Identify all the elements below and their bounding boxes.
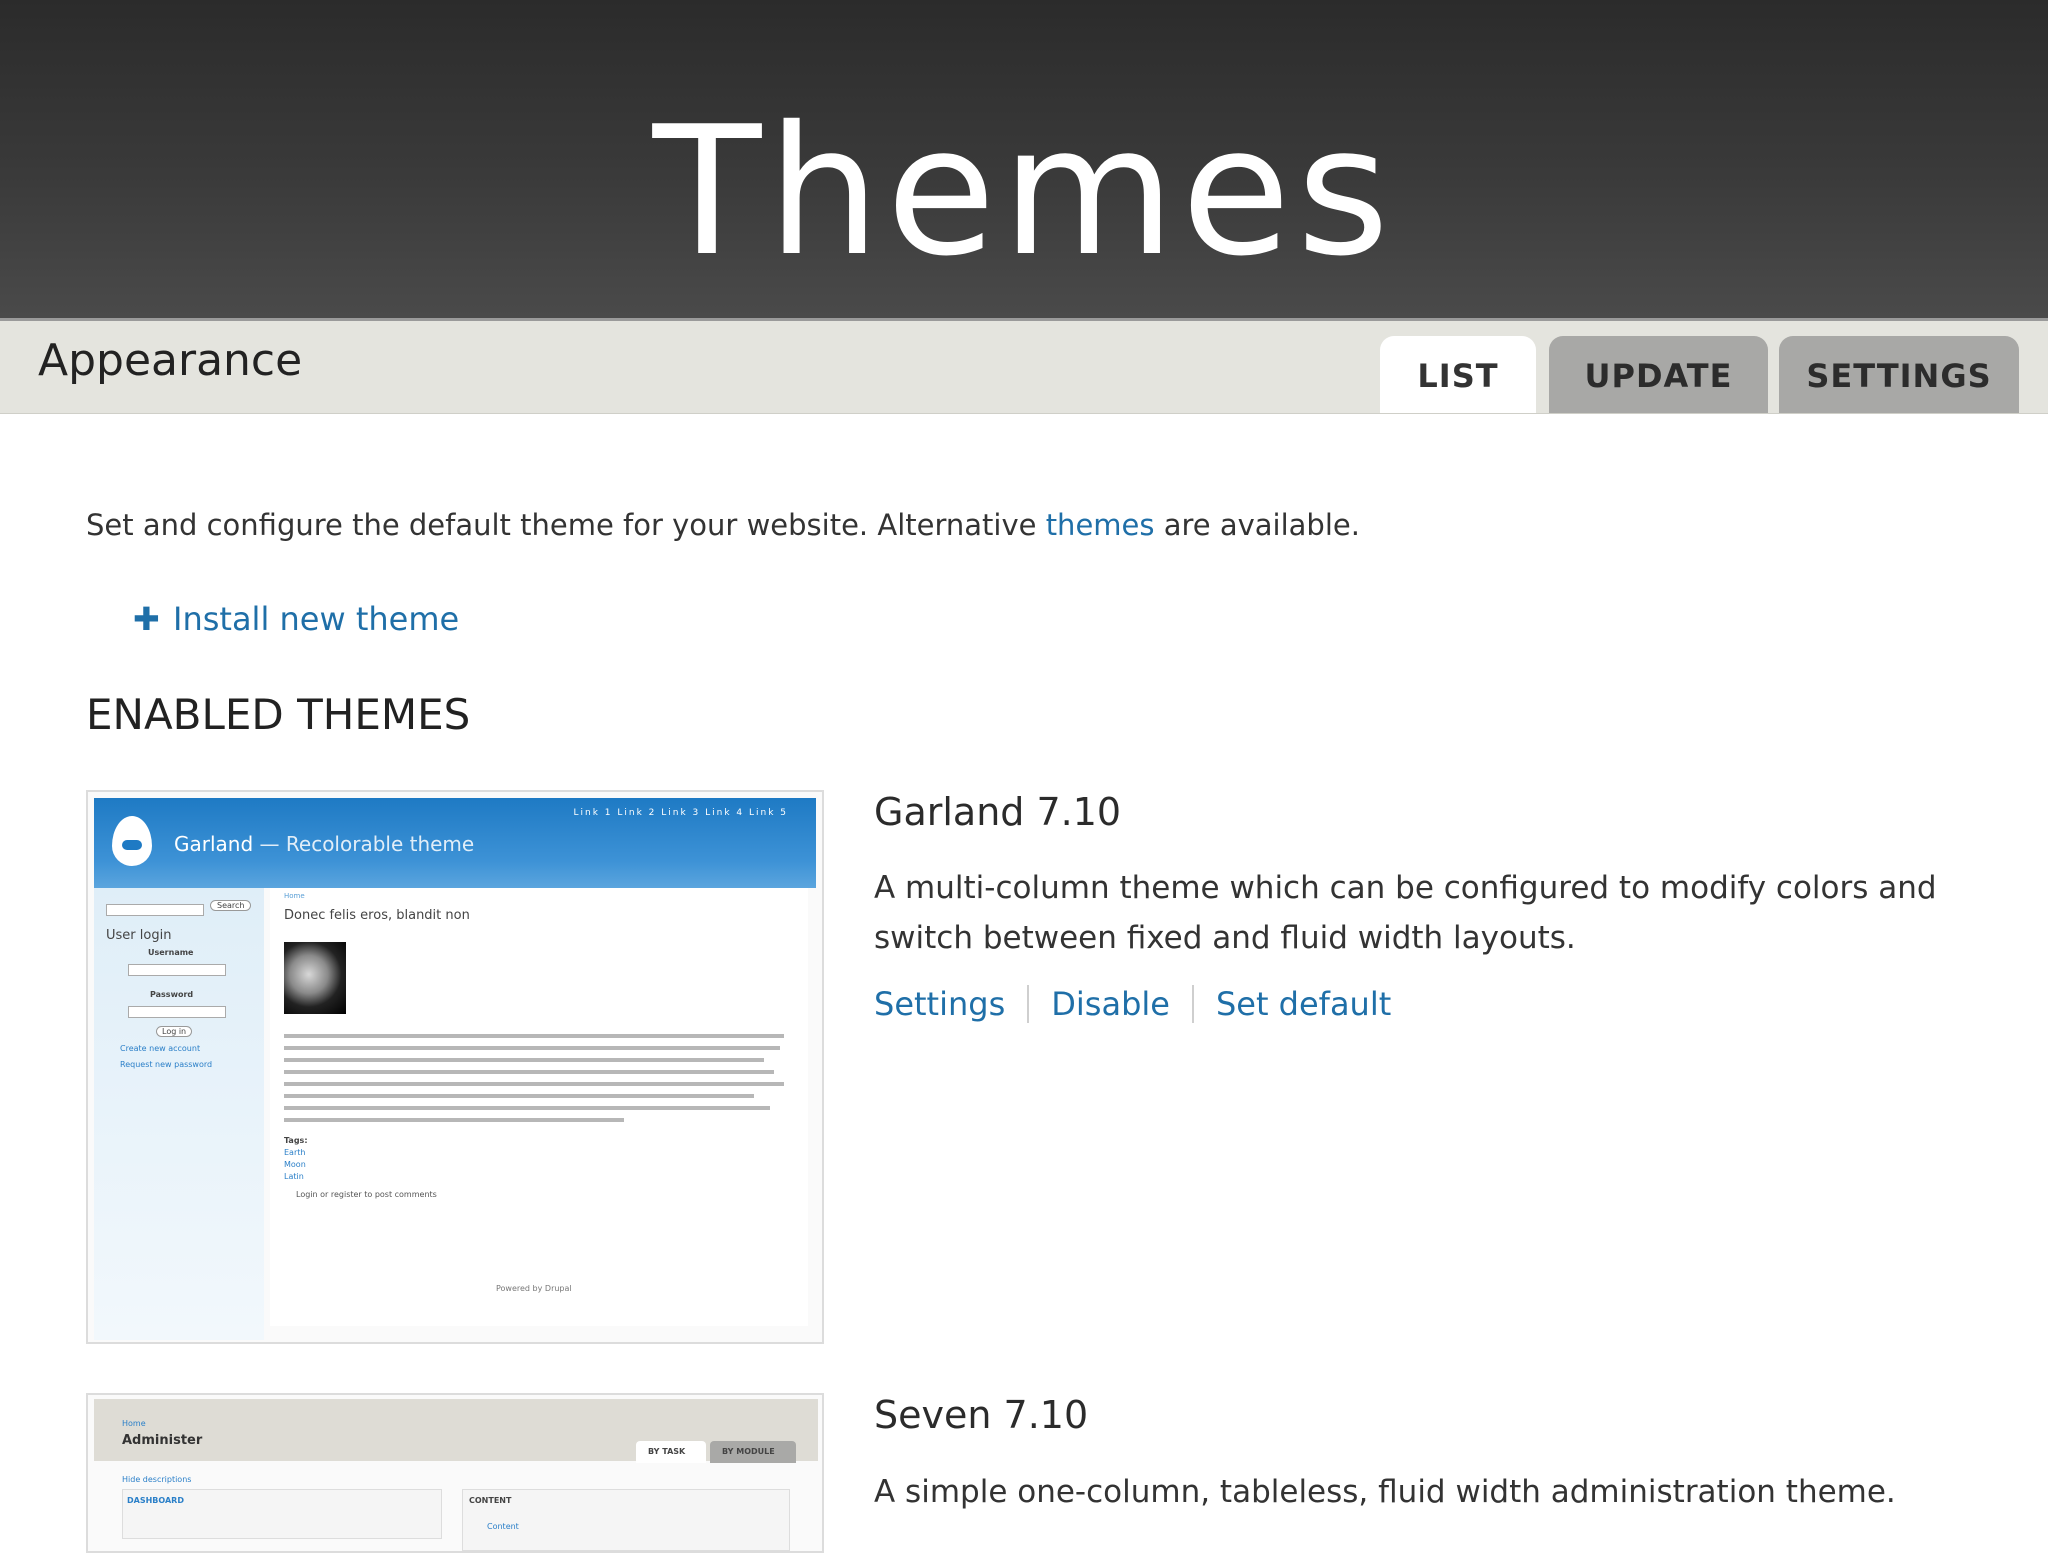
seven-tab-by-task-label: BY TASK [648, 1447, 686, 1456]
garland-username-label: Username [148, 948, 194, 957]
tab-settings[interactable]: SETTINGS [1779, 336, 2019, 413]
garland-set-default-link[interactable]: Set default [1191, 985, 1413, 1023]
install-new-theme-label: Install new theme [173, 600, 460, 638]
garland-node-title: Donec felis eros, blandit non [284, 908, 470, 923]
intro-text-after: are available. [1154, 508, 1360, 542]
garland-tag: Moon [284, 1160, 306, 1169]
slide-title: Themes [652, 88, 1396, 295]
garland-footer: Powered by Drupal [496, 1284, 572, 1293]
garland-theme-name: Garland 7.10 [874, 790, 1122, 834]
seven-breadcrumb: Home [122, 1419, 146, 1428]
garland-theme-description: A multi-column theme which can be config… [874, 863, 2004, 963]
seven-theme-description: A simple one-column, tableless, fluid wi… [874, 1474, 1896, 1510]
garland-slogan: — Recolorable theme [259, 832, 475, 856]
seven-tab-by-module: BY MODULE [710, 1441, 796, 1463]
drupal-logo-icon [112, 816, 152, 866]
seven-tab-by-module-label: BY MODULE [722, 1447, 775, 1456]
page-title: Appearance [38, 335, 303, 386]
seven-content-panel: CONTENT Content [462, 1489, 790, 1551]
seven-hide-descriptions: Hide descriptions [122, 1475, 192, 1484]
seven-theme-name: Seven 7.10 [874, 1393, 1089, 1437]
seven-dashboard-panel: DASHBOARD [122, 1489, 442, 1539]
garland-body-line [284, 1058, 764, 1062]
garland-tag: Earth [284, 1148, 306, 1157]
garland-request-password: Request new password [120, 1060, 213, 1069]
garland-primary-links: Link 1 Link 2 Link 3 Link 4 Link 5 [573, 808, 788, 818]
themes-link[interactable]: themes [1046, 508, 1155, 542]
garland-tag: Latin [284, 1172, 304, 1181]
garland-screenshot: Garland — Recolorable theme Link 1 Link … [86, 790, 824, 1344]
garland-body-line [284, 1070, 774, 1074]
tab-list[interactable]: LIST [1380, 336, 1536, 413]
install-new-theme-link[interactable]: ✚ Install new theme [133, 600, 459, 638]
seven-admin-title: Administer [122, 1433, 203, 1448]
garland-username-input [128, 964, 226, 976]
garland-body-line [284, 1118, 624, 1122]
garland-breadcrumb: Home [284, 892, 305, 900]
enabled-themes-heading: ENABLED THEMES [86, 690, 471, 739]
garland-password-input [128, 1006, 226, 1018]
garland-body-line [284, 1106, 770, 1110]
seven-tab-by-task: BY TASK [636, 1441, 706, 1463]
garland-user-login: User login [106, 928, 172, 943]
garland-settings-link[interactable]: Settings [874, 985, 1027, 1023]
garland-search-button: Search [210, 900, 252, 911]
garland-create-account: Create new account [120, 1044, 201, 1053]
garland-body-line [284, 1094, 754, 1098]
garland-search-input [106, 904, 204, 916]
seven-dashboard-label: DASHBOARD [127, 1496, 184, 1505]
admin-header: Appearance LIST UPDATE SETTINGS [0, 321, 2048, 414]
seven-screenshot-header: Home Administer BY TASK BY MODULE [94, 1399, 818, 1463]
plus-icon: ✚ [133, 600, 160, 638]
garland-screenshot-header: Garland — Recolorable theme Link 1 Link … [94, 798, 816, 888]
seven-content-label: CONTENT [469, 1496, 512, 1505]
moon-image-icon [284, 942, 346, 1014]
seven-screenshot: Home Administer BY TASK BY MODULE Hide d… [86, 1393, 824, 1553]
garland-main: Home Donec felis eros, blandit non Tags:… [270, 888, 808, 1326]
garland-site-name: Garland — Recolorable theme [174, 832, 474, 856]
garland-body-line [284, 1082, 784, 1086]
garland-actions: Settings Disable Set default [874, 985, 1413, 1023]
garland-body-line [284, 1046, 780, 1050]
garland-comment-prompt: Login or register to post comments [296, 1190, 437, 1199]
garland-disable-link[interactable]: Disable [1027, 985, 1192, 1023]
seven-content-item: Content [487, 1522, 519, 1531]
garland-site-name-text: Garland [174, 832, 254, 856]
slide-title-bar: Themes [0, 0, 2048, 318]
garland-tags-label: Tags: [284, 1136, 308, 1145]
intro-text-before: Set and configure the default theme for … [86, 508, 1046, 542]
garland-sidebar: Search User login Username Password Log … [94, 888, 264, 1340]
garland-description-line: switch between fixed and fluid width lay… [874, 920, 1576, 956]
garland-body-line [284, 1034, 784, 1038]
garland-password-label: Password [150, 990, 194, 999]
intro-text: Set and configure the default theme for … [86, 508, 1360, 542]
garland-description-line: A multi-column theme which can be config… [874, 870, 1937, 906]
tab-update[interactable]: UPDATE [1549, 336, 1768, 413]
garland-login-button: Log in [156, 1026, 193, 1037]
